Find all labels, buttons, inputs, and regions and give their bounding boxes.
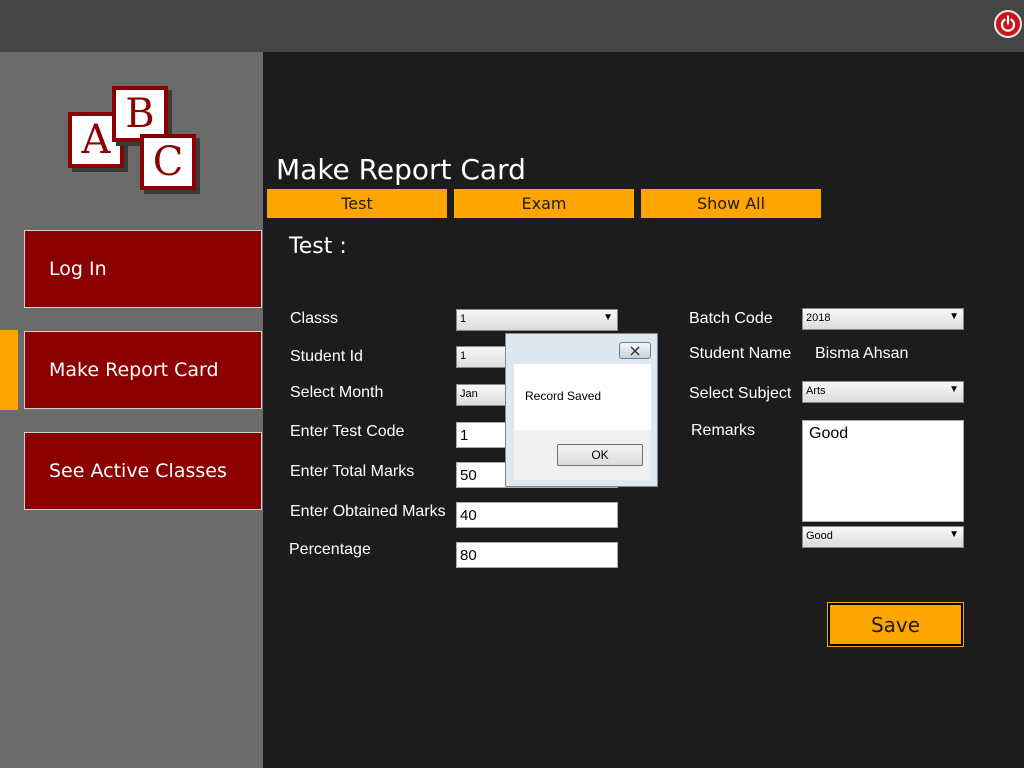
active-nav-indicator xyxy=(0,330,18,410)
month-label: Select Month xyxy=(290,384,384,401)
subject-label: Select Subject xyxy=(689,385,792,402)
chevron-down-icon: ▼ xyxy=(949,384,959,395)
sidebar-item-see-active-classes[interactable]: See Active Classes xyxy=(24,432,262,510)
student-name-value: Bisma Ahsan xyxy=(815,345,909,362)
batch-code-select[interactable]: 2018 ▼ xyxy=(802,308,964,330)
percentage-input[interactable]: 80 xyxy=(456,542,618,568)
tab-show-all[interactable]: Show All xyxy=(641,189,821,218)
close-icon[interactable] xyxy=(619,342,651,359)
sidebar-item-label: See Active Classes xyxy=(49,460,227,482)
class-select[interactable]: 1 ▼ xyxy=(456,309,618,331)
sidebar-item-label: Make Report Card xyxy=(49,359,219,381)
title-bar xyxy=(0,0,1024,52)
chevron-down-icon: ▼ xyxy=(603,312,613,323)
ok-button[interactable]: OK xyxy=(557,444,643,466)
total-marks-label: Enter Total Marks xyxy=(290,463,415,480)
power-icon-glyph xyxy=(1000,15,1016,32)
batch-code-select-value: 2018 xyxy=(806,312,831,324)
sidebar-item-log-in[interactable]: Log In xyxy=(24,230,262,308)
abc-logo: A B C xyxy=(0,52,263,212)
obtained-marks-label: Enter Obtained Marks xyxy=(290,503,446,520)
tab-test[interactable]: Test xyxy=(267,189,447,218)
obtained-marks-input[interactable]: 40 xyxy=(456,502,618,528)
remarks-select[interactable]: Good ▼ xyxy=(802,526,964,548)
subject-select-value: Arts xyxy=(806,385,826,397)
power-icon[interactable] xyxy=(994,10,1022,38)
logo-letter-a: A xyxy=(81,117,111,163)
section-title: Test : xyxy=(289,234,347,259)
student-id-label: Student Id xyxy=(290,348,363,365)
logo-letter-b: B xyxy=(125,91,155,137)
sidebar-item-label: Log In xyxy=(49,258,107,280)
remarks-label: Remarks xyxy=(691,422,756,439)
logo-block-c: C xyxy=(140,134,196,190)
test-code-label: Enter Test Code xyxy=(290,423,405,440)
message-dialog: Record Saved OK xyxy=(505,333,658,487)
chevron-down-icon: ▼ xyxy=(949,311,959,322)
student-id-select-value: 1 xyxy=(460,350,467,362)
page-title: Make Report Card xyxy=(276,153,526,186)
close-icon-glyph xyxy=(630,346,640,355)
dialog-message: Record Saved xyxy=(525,389,602,403)
sidebar: A B C Log In Make Report Card See Active… xyxy=(0,52,263,768)
percentage-label: Percentage xyxy=(289,541,371,558)
class-select-value: 1 xyxy=(460,313,467,325)
remarks-textarea[interactable]: Good xyxy=(802,420,964,522)
class-label: Classs xyxy=(290,310,339,327)
remarks-select-value: Good xyxy=(806,530,833,542)
month-select-value: Jan xyxy=(460,388,478,400)
sidebar-item-make-report-card[interactable]: Make Report Card xyxy=(24,331,262,409)
subject-select[interactable]: Arts ▼ xyxy=(802,381,964,403)
logo-letter-c: C xyxy=(152,139,184,185)
chevron-down-icon: ▼ xyxy=(949,529,959,540)
tab-exam[interactable]: Exam xyxy=(454,189,634,218)
batch-code-label: Batch Code xyxy=(689,310,773,327)
save-button[interactable]: Save xyxy=(828,603,963,646)
student-name-label: Student Name xyxy=(689,345,792,362)
